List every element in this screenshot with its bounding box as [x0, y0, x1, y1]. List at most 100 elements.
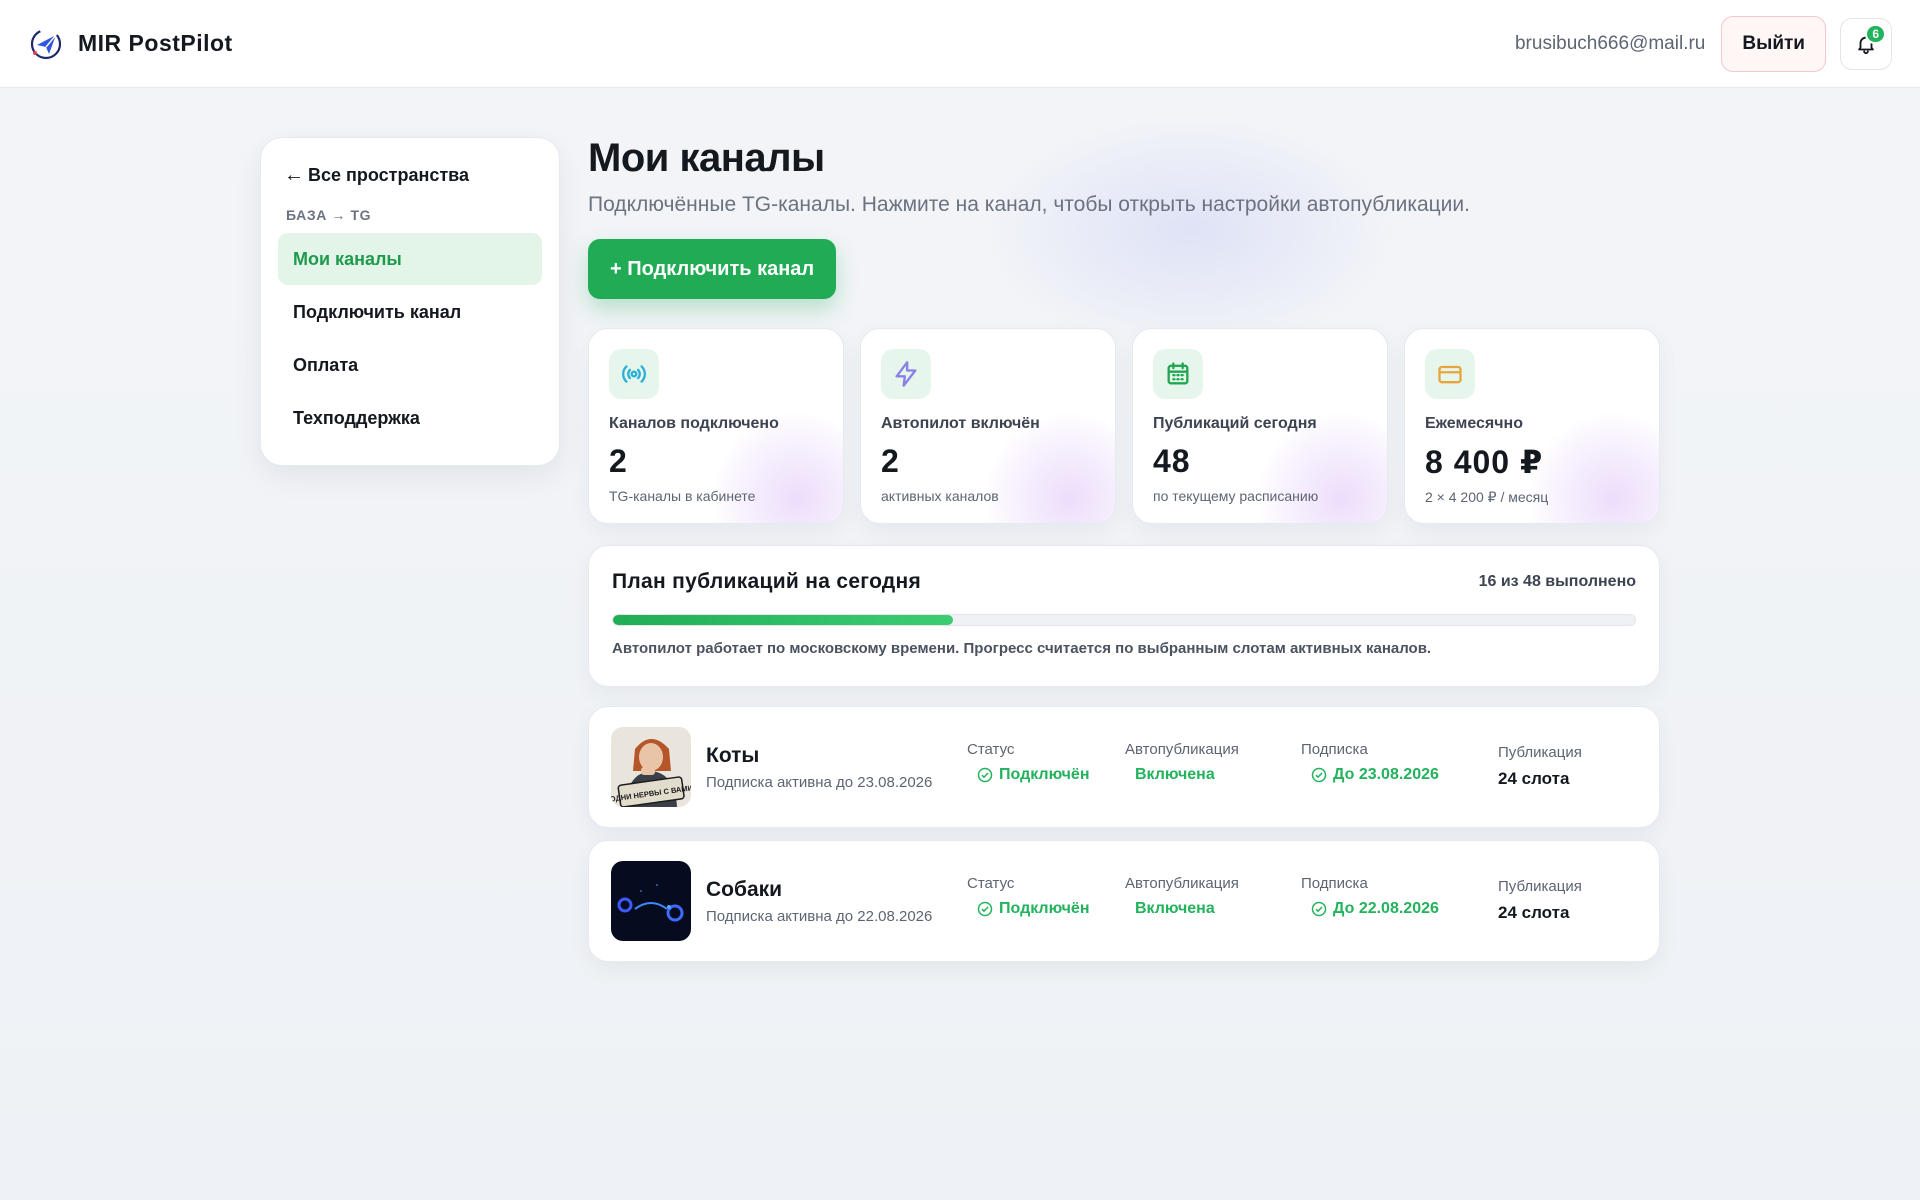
stat-icon-box — [609, 349, 659, 399]
status-text: Подключён — [999, 900, 1090, 917]
column-label: Автопубликация — [1125, 875, 1239, 892]
channel-status: Статус Подключён — [967, 741, 1090, 784]
stat-card-autopilot: Автопилот включён 2 активных каналов — [860, 328, 1116, 524]
sidebar-item-label: Мои каналы — [293, 248, 402, 269]
publication-plan-card: План публикаций на сегодня 16 из 48 выпо… — [588, 545, 1660, 687]
autopublish-value: Включена — [1135, 766, 1215, 783]
stat-subtext: активных каналов — [881, 488, 999, 504]
sidebar: ← Все пространства БАЗА → TG Мои каналы … — [260, 137, 560, 466]
stat-value: 8 400 ₽ — [1425, 444, 1544, 480]
back-to-spaces-link[interactable]: ← Все пространства — [278, 158, 542, 193]
stat-label: Каналов подключено — [609, 415, 779, 432]
column-label: Подписка — [1301, 741, 1368, 758]
channel-publication: Публикация 24 слота — [1498, 744, 1582, 789]
status-value: Подключён — [967, 900, 1090, 918]
brand[interactable]: MIR PostPilot — [28, 26, 233, 62]
stat-subtext: по текущему расписанию — [1153, 488, 1319, 504]
stat-value: 48 — [1153, 443, 1191, 479]
subscription-text: До 23.08.2026 — [1333, 766, 1439, 783]
channel-name: Собаки — [706, 877, 783, 901]
channel-status: Статус Подключён — [967, 875, 1090, 918]
stat-value: 2 — [609, 443, 628, 479]
channel-publication: Публикация 24 слота — [1498, 878, 1582, 923]
connect-channel-button[interactable]: + Подключить канал — [588, 239, 837, 299]
status-text: Подключён — [999, 766, 1090, 783]
stat-icon-box — [1153, 349, 1203, 399]
plan-header: План публикаций на сегодня 16 из 48 выпо… — [612, 570, 1636, 594]
main-content: Мои каналы Подключённые TG-каналы. Нажми… — [588, 136, 1660, 962]
publication-value: 24 слота — [1498, 769, 1570, 788]
stat-icon-box — [1425, 349, 1475, 399]
column-label: Автопубликация — [1125, 741, 1239, 758]
channel-info: Коты Подписка активна до 23.08.2026 — [706, 744, 956, 791]
plan-title: План публикаций на сегодня — [612, 570, 922, 593]
stat-label: Публикаций сегодня — [1153, 415, 1317, 432]
column-label: Публикация — [1498, 744, 1582, 761]
logout-button[interactable]: Выйти — [1721, 15, 1826, 72]
paper-plane-logo-icon — [30, 28, 62, 59]
stat-subtext: 2 × 4 200 ₽ / месяц — [1425, 489, 1549, 505]
broadcast-icon — [622, 365, 646, 383]
sidebar-breadcrumb: БАЗА → TG — [286, 207, 372, 223]
header-actions: brusibuch666@mail.ru Выйти 6 — [1514, 15, 1892, 72]
subscription-value: До 23.08.2026 — [1301, 766, 1439, 784]
channel-subscription: Подписка До 23.08.2026 — [1301, 741, 1439, 784]
plan-progress-bar — [612, 614, 1636, 626]
autopublish-value: Включена — [1135, 900, 1215, 917]
stat-card-channels: Каналов подключено 2 TG-каналы в кабинет… — [588, 328, 844, 524]
sidebar-item-my-channels[interactable]: Мои каналы — [278, 233, 542, 285]
page-title: Мои каналы — [588, 136, 825, 180]
stats-row: Каналов подключено 2 TG-каналы в кабинет… — [588, 328, 1660, 524]
channel-autopublish: Автопубликация Включена — [1125, 875, 1239, 918]
subscription-value: До 22.08.2026 — [1301, 900, 1439, 918]
stat-icon-box — [881, 349, 931, 399]
channel-subscription-note: Подписка активна до 22.08.2026 — [706, 907, 933, 925]
column-label: Статус — [967, 875, 1015, 892]
plan-progress-text: 16 из 48 выполнено — [1478, 573, 1636, 590]
column-label: Статус — [967, 741, 1015, 758]
sidebar-item-label: Подключить канал — [293, 301, 462, 322]
publication-value: 24 слота — [1498, 903, 1570, 922]
calendar-icon — [1167, 362, 1189, 385]
notification-count-badge: 6 — [1865, 23, 1886, 44]
cats-channel-avatar-image: ОДНИ НЕРВЫ С ВАМИ — [611, 727, 691, 807]
stat-card-monthly: Ежемесячно 8 400 ₽ 2 × 4 200 ₽ / месяц — [1404, 328, 1660, 524]
channel-autopublish: Автопубликация Включена — [1125, 741, 1239, 784]
stat-label: Автопилот включён — [881, 415, 1040, 432]
channel-info: Собаки Подписка активна до 22.08.2026 — [706, 878, 956, 925]
sidebar-item-label: Оплата — [293, 354, 359, 375]
sidebar-item-label: Техподдержка — [293, 407, 420, 428]
sidebar-item-payment[interactable]: Оплата — [278, 339, 542, 391]
dogs-channel-avatar-image — [611, 861, 691, 941]
channel-subscription-note: Подписка активна до 23.08.2026 — [706, 773, 933, 791]
channel-subscription: Подписка До 22.08.2026 — [1301, 875, 1439, 918]
stat-value: 2 — [881, 443, 900, 479]
channel-avatar — [611, 861, 691, 941]
stat-label: Ежемесячно — [1425, 415, 1523, 432]
channel-row-dogs[interactable]: Собаки Подписка активна до 22.08.2026 Ст… — [588, 840, 1660, 962]
credit-card-icon — [1438, 365, 1462, 384]
user-email: brusibuch666@mail.ru — [1514, 32, 1706, 54]
brand-name: MIR PostPilot — [78, 30, 233, 56]
sidebar-item-support[interactable]: Техподдержка — [278, 392, 542, 444]
channel-name: Коты — [706, 743, 760, 767]
lightning-icon — [895, 361, 917, 387]
check-circle-icon — [1311, 767, 1327, 783]
column-label: Подписка — [1301, 875, 1368, 892]
channel-row-cats[interactable]: ОДНИ НЕРВЫ С ВАМИ Коты Подписка активна … — [588, 706, 1660, 828]
check-circle-icon — [977, 767, 993, 783]
channel-avatar: ОДНИ НЕРВЫ С ВАМИ — [611, 727, 691, 807]
notifications-button[interactable]: 6 — [1840, 17, 1892, 70]
channel-list: ОДНИ НЕРВЫ С ВАМИ Коты Подписка активна … — [588, 706, 1660, 974]
page-subtitle: Подключённые TG-каналы. Нажмите на канал… — [588, 193, 1470, 216]
stat-card-publications: Публикаций сегодня 48 по текущему распис… — [1132, 328, 1388, 524]
stat-subtext: TG-каналы в кабинете — [609, 488, 756, 504]
sidebar-item-connect-channel[interactable]: Подключить канал — [278, 286, 542, 338]
subscription-text: До 22.08.2026 — [1333, 900, 1439, 917]
back-link-label: Все пространства — [308, 165, 470, 185]
column-label: Публикация — [1498, 878, 1582, 895]
plan-note: Автопилот работает по московскому времен… — [612, 640, 1432, 657]
plan-progress-fill — [613, 615, 954, 625]
check-circle-icon — [1311, 901, 1327, 917]
arrow-left-icon: ← — [284, 164, 304, 186]
